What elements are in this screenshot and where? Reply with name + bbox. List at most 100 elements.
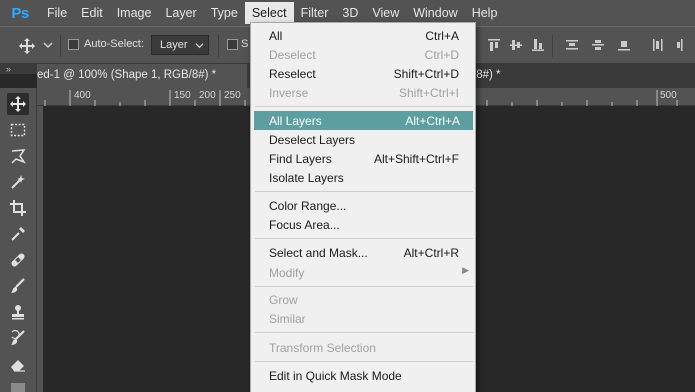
menu-help[interactable]: Help xyxy=(465,2,505,24)
menu-item-label: Focus Area... xyxy=(269,218,340,232)
lasso-icon xyxy=(11,149,26,164)
menu-separator xyxy=(255,238,473,239)
menu-view[interactable]: View xyxy=(365,2,406,24)
menu-select[interactable]: Select xyxy=(244,2,294,24)
menu-item-label: Find Layers xyxy=(269,152,332,166)
menu-item-grow[interactable]: Grow xyxy=(251,290,475,309)
chevron-down-icon xyxy=(195,43,204,49)
menu-edit[interactable]: Edit xyxy=(74,2,110,24)
clone-stamp-tool[interactable] xyxy=(7,301,29,323)
dropdown-value: Layer xyxy=(160,39,188,51)
menu-file[interactable]: File xyxy=(40,2,74,24)
history-brush-tool[interactable] xyxy=(7,327,29,349)
lasso-tool[interactable] xyxy=(7,145,29,167)
menu-item-isolate-layers[interactable]: Isolate Layers xyxy=(251,168,475,187)
ruler-label: 400 xyxy=(74,90,91,101)
collapse-icon[interactable]: » xyxy=(6,64,11,74)
move-icon xyxy=(10,96,26,112)
menu-item-focus-area[interactable]: Focus Area... xyxy=(251,215,475,234)
menu-item-shortcut: Ctrl+D xyxy=(424,48,459,62)
distribute-bottom-icon[interactable] xyxy=(616,37,632,53)
menu-item-reselect[interactable]: Reselect Shift+Ctrl+D xyxy=(251,64,475,83)
menu-layer[interactable]: Layer xyxy=(158,2,203,24)
menu-item-label: Deselect xyxy=(269,48,316,62)
document-tab-title: ed-1 @ 100% (Shape 1, RGB/8#) * xyxy=(37,69,217,81)
distribute-left-icon[interactable] xyxy=(650,37,666,53)
eraser-tool[interactable] xyxy=(7,353,29,375)
distribute-center-icon[interactable] xyxy=(590,37,606,53)
healing-brush-tool[interactable] xyxy=(7,249,29,271)
menu-item-shortcut: Ctrl+A xyxy=(425,29,459,43)
document-tab-active[interactable]: ed-1 @ 100% (Shape 1, RGB/8#) * xyxy=(37,64,247,88)
menu-3d[interactable]: 3D xyxy=(335,2,365,24)
menu-separator xyxy=(255,191,473,192)
menu-item-shortcut: Shift+Ctrl+I xyxy=(398,86,459,100)
distribute-top-icon[interactable] xyxy=(564,37,580,53)
menu-item-shortcut: Shift+Ctrl+D xyxy=(393,67,459,81)
move-tool-icon[interactable] xyxy=(18,37,36,55)
crop-icon xyxy=(10,200,26,216)
divider xyxy=(218,35,219,57)
ps-logo: Ps xyxy=(11,4,29,22)
menu-item-label: Color Range... xyxy=(269,199,347,213)
eyedropper-tool[interactable] xyxy=(7,223,29,245)
chevron-down-icon[interactable] xyxy=(42,39,54,51)
align-vertical-center-icon[interactable] xyxy=(508,37,524,53)
ruler-label: 150 xyxy=(174,90,191,101)
menu-window[interactable]: Window xyxy=(406,2,464,24)
show-transform-controls-checkbox[interactable] xyxy=(227,39,238,50)
brush-icon xyxy=(11,278,25,293)
history-brush-icon xyxy=(11,329,25,345)
photoshop-window: Ps File Edit Image Layer Type Select Fil… xyxy=(0,0,695,392)
menu-item-transform-selection[interactable]: Transform Selection xyxy=(251,338,475,357)
menu-item-label: Reselect xyxy=(269,67,316,81)
select-menu-dropdown: All Ctrl+A Deselect Ctrl+D Reselect Shif… xyxy=(250,22,476,392)
marquee-tool[interactable] xyxy=(7,119,29,141)
menu-image[interactable]: Image xyxy=(110,2,159,24)
menu-item-find-layers[interactable]: Find Layers Alt+Shift+Ctrl+F xyxy=(251,149,475,168)
brush-tool[interactable] xyxy=(7,275,29,297)
menu-filter[interactable]: Filter xyxy=(294,2,336,24)
menu-item-deselect-layers[interactable]: Deselect Layers xyxy=(251,130,475,149)
menu-type[interactable]: Type xyxy=(204,2,245,24)
menu-item-label: Transform Selection xyxy=(269,341,376,355)
menu-item-all-layers[interactable]: All Layers Alt+Ctrl+A xyxy=(254,111,473,130)
menu-item-similar[interactable]: Similar xyxy=(251,309,475,328)
document-tab-title: /8#) * xyxy=(473,69,501,81)
menu-item-edit-in-quick-mask-mode[interactable]: Edit in Quick Mask Mode xyxy=(251,366,475,385)
ruler-label: 500 xyxy=(660,90,677,101)
menu-item-label: Grow xyxy=(269,293,298,307)
align-bottom-icon[interactable] xyxy=(530,37,546,53)
menu-item-label: Isolate Layers xyxy=(269,171,344,185)
move-tool[interactable] xyxy=(7,93,29,115)
auto-select-target-dropdown[interactable]: Layer xyxy=(151,35,209,55)
menu-item-label: Similar xyxy=(269,312,306,326)
divider xyxy=(60,35,61,57)
menu-item-label: Select and Mask... xyxy=(269,246,368,260)
menu-item-deselect[interactable]: Deselect Ctrl+D xyxy=(251,45,475,64)
menu-item-modify[interactable]: Modify ▶ xyxy=(251,263,475,282)
crop-tool[interactable] xyxy=(7,197,29,219)
align-top-icon[interactable] xyxy=(486,37,502,53)
eraser-icon xyxy=(11,360,25,372)
distribute-horizontal-center-icon[interactable] xyxy=(674,37,690,53)
menu-item-inverse[interactable]: Inverse Shift+Ctrl+I xyxy=(251,83,475,102)
gradient-tool[interactable] xyxy=(7,379,29,392)
divider xyxy=(552,35,553,57)
menu-separator xyxy=(255,106,473,107)
menu-separator xyxy=(255,361,473,362)
menu-item-shortcut: Alt+Ctrl+A xyxy=(405,114,460,128)
menu-separator xyxy=(255,332,473,333)
auto-select-label: Auto-Select: xyxy=(84,38,144,50)
menu-item-label: Deselect Layers xyxy=(269,133,356,147)
menu-item-select-and-mask[interactable]: Select and Mask... Alt+Ctrl+R xyxy=(251,243,475,262)
menu-item-label: All Layers xyxy=(269,114,322,128)
auto-select-checkbox[interactable] xyxy=(68,39,79,50)
document-tab[interactable]: /8#) * xyxy=(473,64,543,88)
panel-collapse-strip: » xyxy=(0,64,37,74)
menu-item-color-range[interactable]: Color Range... xyxy=(251,196,475,215)
quick-selection-tool[interactable] xyxy=(7,171,29,193)
menu-item-all[interactable]: All Ctrl+A xyxy=(251,26,475,45)
magic-wand-icon xyxy=(11,175,25,189)
tools-panel xyxy=(0,88,37,392)
